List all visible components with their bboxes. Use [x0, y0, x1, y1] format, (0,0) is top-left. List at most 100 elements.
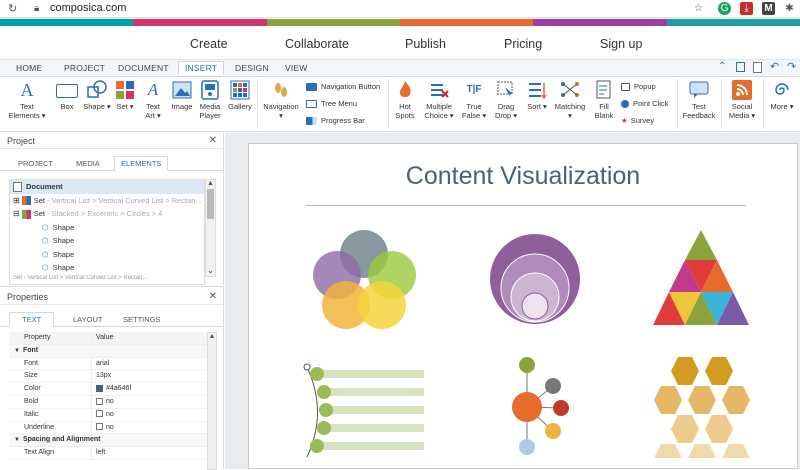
reload-icon[interactable]: ↻: [8, 2, 17, 15]
pyramid-tile[interactable]: [685, 230, 717, 260]
tab-layout[interactable]: LAYOUT: [73, 315, 102, 324]
hub-node[interactable]: [545, 423, 561, 439]
group-font[interactable]: ▼ Font: [9, 344, 207, 358]
bookmark-star-icon[interactable]: ☆: [692, 2, 705, 15]
social-media-button[interactable]: Social Media ▾: [725, 80, 759, 120]
tab-text[interactable]: TEXT: [9, 312, 55, 327]
sort-button[interactable]: Sort ▾: [524, 80, 550, 111]
text-elements-button[interactable]: A Text Elements ▾: [8, 80, 46, 120]
nav-publish-link[interactable]: Publish: [405, 37, 446, 51]
property-value[interactable]: arial: [91, 357, 207, 370]
close-project-panel-icon[interactable]: ✕: [209, 135, 217, 146]
hub-center-node[interactable]: [512, 392, 542, 422]
box-button[interactable]: Box: [55, 80, 79, 111]
expand-icon[interactable]: ⊞: [13, 196, 20, 205]
true-false-button[interactable]: T|F True False ▾: [460, 80, 488, 120]
tab-media[interactable]: MEDIA: [76, 159, 100, 168]
m-extension-icon[interactable]: M: [762, 2, 775, 15]
redo-icon[interactable]: ↷: [787, 60, 796, 73]
tree-node-set-vertical-list[interactable]: ⊞ Set - Vertical List > Vertical Curved L…: [10, 194, 204, 208]
property-row-size[interactable]: Size 13px: [9, 370, 207, 384]
matching-button[interactable]: Matching ▾: [553, 80, 587, 120]
shape-button[interactable]: Shape ▾: [83, 80, 111, 111]
property-row-underline[interactable]: Underline no: [9, 421, 207, 435]
bold-checkbox[interactable]: [96, 397, 103, 405]
excentric-circle-4[interactable]: [521, 292, 549, 320]
nav-pricing-link[interactable]: Pricing: [504, 37, 542, 51]
properties-scrollbar[interactable]: ▲: [207, 332, 217, 470]
navigation-button[interactable]: Navigation ▾: [262, 80, 300, 120]
italic-checkbox[interactable]: [96, 410, 103, 418]
url-text[interactable]: composica.com: [50, 2, 126, 14]
scroll-down-icon[interactable]: ⌄: [206, 265, 215, 276]
tab-insert[interactable]: INSERT: [178, 61, 225, 75]
set-button[interactable]: Set ▾: [113, 80, 137, 111]
property-row-text-align[interactable]: Text Align left: [9, 447, 207, 460]
text-art-button[interactable]: A Text Art ▾: [141, 80, 165, 120]
list-item[interactable]: [317, 421, 424, 435]
property-value-italic[interactable]: no: [91, 408, 207, 421]
hot-spots-button[interactable]: Hot Spots: [392, 80, 418, 120]
nav-signup-link[interactable]: Sign up: [600, 37, 642, 51]
tab-project-files[interactable]: PROJECT: [18, 159, 53, 168]
triangle-pyramid-graphic[interactable]: [652, 229, 752, 327]
list-item[interactable]: [310, 367, 424, 381]
tree-node-shape[interactable]: ⬡ Shape: [10, 248, 204, 262]
hub-node[interactable]: [545, 378, 561, 394]
list-item[interactable]: [310, 439, 424, 453]
tree-node-shape[interactable]: ⬡ Shape: [10, 261, 204, 275]
curve-handle[interactable]: [303, 363, 311, 371]
scroll-up-icon[interactable]: ▲: [206, 180, 215, 187]
group-spacing-alignment[interactable]: ▼ Spacing and Alignment: [9, 434, 207, 448]
excentric-circles-graphic[interactable]: [486, 233, 586, 325]
honeycomb-cells[interactable]: [654, 357, 750, 458]
property-row-color[interactable]: Color #4a646f: [9, 383, 207, 396]
save-icon[interactable]: [736, 62, 745, 72]
venn-circle-bottom-right[interactable]: [358, 281, 406, 329]
property-row-bold[interactable]: Bold no: [9, 395, 207, 409]
nav-create-link[interactable]: Create: [190, 37, 228, 51]
radial-hub-graphic[interactable]: [505, 355, 585, 461]
venn-circles-graphic[interactable]: [306, 224, 420, 334]
slide-title[interactable]: Content Visualization: [248, 162, 798, 191]
document-icon[interactable]: [753, 62, 762, 73]
puzzle-extensions-icon[interactable]: ✱: [783, 2, 796, 15]
hub-node[interactable]: [553, 400, 569, 416]
more-button[interactable]: More ▾: [766, 80, 798, 111]
drag-drop-button[interactable]: Drag Drop ▾: [491, 80, 521, 120]
property-row-font[interactable]: Font arial: [9, 357, 207, 371]
tree-node-document[interactable]: Document: [10, 180, 204, 194]
property-value-color[interactable]: #4a646f: [91, 383, 207, 395]
list-item[interactable]: [319, 403, 424, 417]
tab-design[interactable]: DESIGN: [235, 63, 269, 73]
gallery-button[interactable]: Gallery: [227, 80, 253, 111]
tree-scrollbar[interactable]: ▲ ⌄: [205, 179, 216, 277]
close-properties-panel-icon[interactable]: ✕: [209, 291, 217, 302]
media-player-button[interactable]: Media Player: [197, 80, 223, 120]
tab-document[interactable]: DOCUMENT: [118, 63, 169, 73]
scrollbar-thumb[interactable]: [207, 189, 214, 219]
underline-checkbox[interactable]: [96, 423, 103, 431]
grammarly-extension-icon[interactable]: G: [718, 2, 731, 15]
tree-node-set-stacked[interactable]: ⊟ Set - Stacked > Excentric > Circles > 4: [10, 207, 204, 221]
list-item[interactable]: [317, 385, 424, 399]
tree-menu-item[interactable]: Tree Menu: [306, 99, 357, 109]
property-value[interactable]: 13px: [91, 370, 207, 383]
scroll-up-icon[interactable]: ▲: [208, 333, 216, 340]
tab-elements[interactable]: ELEMENTS: [114, 156, 169, 171]
collapse-ribbon-icon[interactable]: ⌃: [718, 61, 726, 72]
honeycomb-graphic[interactable]: [652, 355, 756, 461]
property-row-italic[interactable]: Italic no: [9, 408, 207, 422]
vertical-curved-list-graphic[interactable]: [300, 362, 428, 462]
color-swatch[interactable]: [96, 384, 103, 392]
tab-settings[interactable]: SETTINGS: [123, 315, 161, 324]
pdf-extension-icon[interactable]: ⤓: [740, 2, 753, 15]
multiple-choice-button[interactable]: Multiple Choice ▾: [421, 80, 457, 120]
collapse-icon[interactable]: ⊟: [13, 209, 20, 218]
survey-item[interactable]: ★ Survey: [621, 116, 654, 125]
tab-home[interactable]: HOME: [16, 63, 42, 73]
hub-node[interactable]: [519, 357, 535, 373]
tab-project[interactable]: PROJECT: [64, 63, 105, 73]
tree-node-shape[interactable]: ⬡ Shape: [10, 221, 204, 235]
property-value-bold[interactable]: no: [91, 395, 207, 408]
